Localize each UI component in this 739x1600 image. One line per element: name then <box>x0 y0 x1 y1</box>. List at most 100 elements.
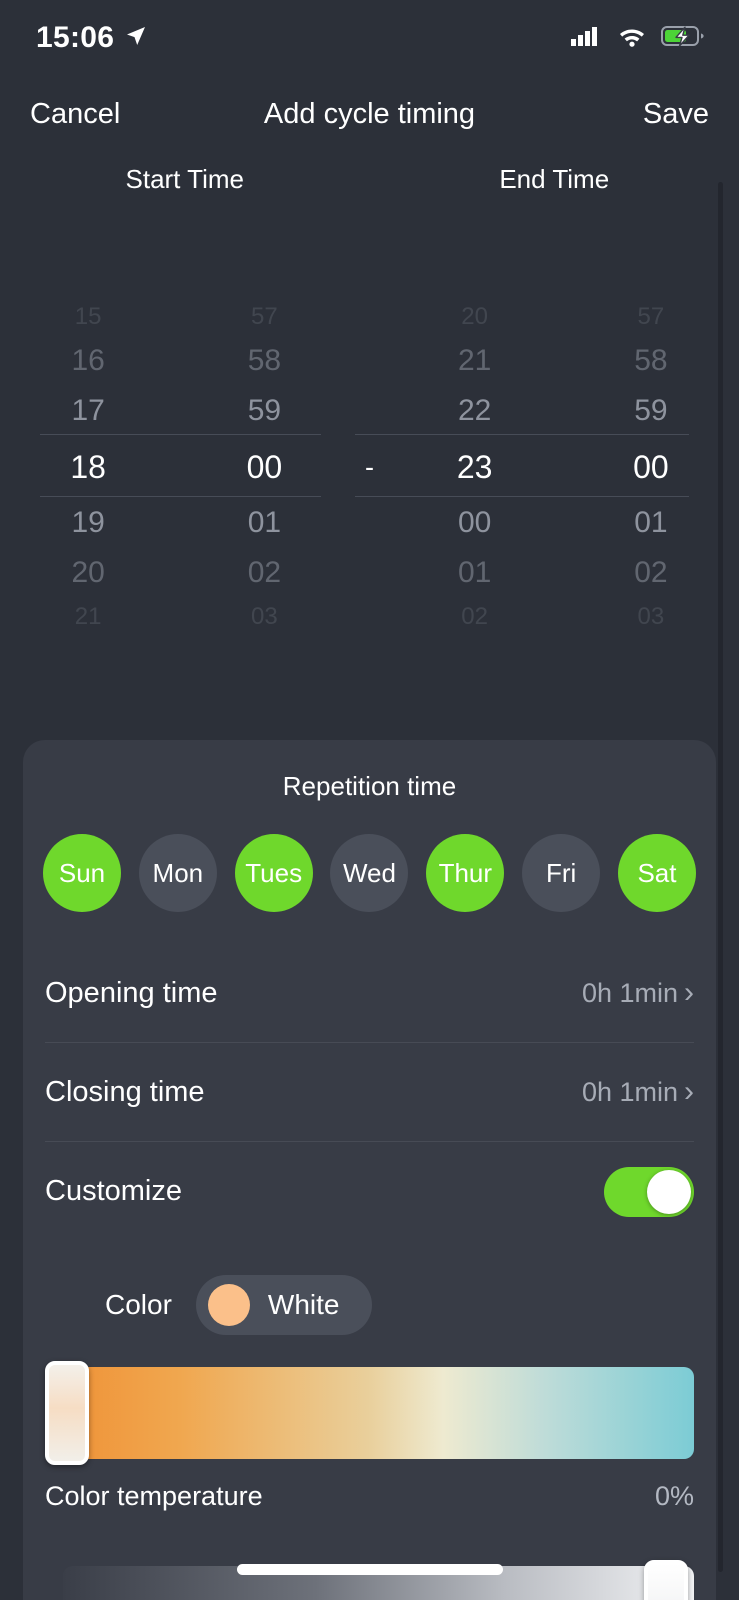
row-right: 0h 1min › <box>582 978 694 1009</box>
wheel-item[interactable]: 00 <box>387 498 563 548</box>
wheel-item[interactable]: 59 <box>563 386 739 436</box>
day-label: Wed <box>342 857 396 888</box>
day-pill-tues[interactable]: Tues <box>234 834 313 912</box>
customize-row[interactable]: Customize <box>45 1142 694 1241</box>
day-label: Mon <box>152 857 204 888</box>
wheel-item[interactable]: 57 <box>176 298 352 336</box>
wifi-icon <box>617 25 647 52</box>
time-range-separator: - <box>365 451 374 482</box>
day-label: Sat <box>637 857 677 888</box>
wheel-item[interactable]: 21 <box>387 336 563 386</box>
wheel-item[interactable]: 22 <box>387 386 563 436</box>
start-hour-selected[interactable]: 18 <box>0 436 176 498</box>
selection-divider <box>355 434 689 435</box>
day-pill-mon[interactable]: Mon <box>138 834 217 912</box>
wheel-item[interactable]: 19 <box>0 498 176 548</box>
chevron-right-icon: › <box>684 976 694 1009</box>
end-time-header: End Time <box>499 164 610 194</box>
start-minute-selected[interactable]: 00 <box>176 436 352 498</box>
battery-charging-icon <box>661 24 705 53</box>
repetition-time-label: Repetition time <box>282 771 457 801</box>
wheel-item[interactable]: 01 <box>387 548 563 598</box>
cancel-button[interactable]: Cancel <box>30 98 120 131</box>
wheel-item[interactable]: 03 <box>176 598 352 636</box>
color-temperature-slider-wrap <box>23 1335 716 1465</box>
picker-headers: Start Time End Time <box>0 152 739 195</box>
end-minute-selected[interactable]: 00 <box>563 436 739 498</box>
end-minute-wheel[interactable]: 57 58 59 00 01 02 03 <box>563 298 739 636</box>
wheel-item[interactable]: 15 <box>0 298 176 336</box>
day-pill-wed[interactable]: Wed <box>330 834 409 912</box>
vertical-scrollbar[interactable] <box>718 182 723 1572</box>
status-bar: 15:06 <box>0 0 739 76</box>
settings-card: Repetition time Sun Mon Tues Wed Thur Fr… <box>23 740 716 1600</box>
wheel-item[interactable]: 20 <box>0 548 176 598</box>
end-hour-wheel[interactable]: 20 21 22 23 00 01 02 <box>387 298 563 636</box>
customize-toggle[interactable] <box>604 1166 694 1217</box>
wheel-item[interactable]: 01 <box>176 498 352 548</box>
picker-wheels: 15 16 17 18 19 20 21 57 58 59 00 01 02 0… <box>0 257 739 677</box>
wheel-item[interactable]: 58 <box>563 336 739 386</box>
end-time-picker[interactable]: 20 21 22 23 00 01 02 57 58 59 00 01 02 0… <box>387 298 739 636</box>
day-label: Fri <box>545 857 577 888</box>
start-hour-wheel[interactable]: 15 16 17 18 19 20 21 <box>0 298 176 636</box>
save-button[interactable]: Save <box>643 98 709 131</box>
wheel-item[interactable]: 57 <box>563 298 739 336</box>
wheel-item[interactable]: 02 <box>387 598 563 636</box>
status-bar-left: 15:06 <box>36 21 148 55</box>
color-temperature-track[interactable] <box>67 1367 694 1459</box>
color-label: Color <box>105 1289 172 1320</box>
opening-time-row[interactable]: Opening time 0h 1min › <box>45 944 694 1043</box>
opening-time-value: 0h 1min <box>581 977 678 1008</box>
color-temperature-value: 0% <box>654 1481 694 1511</box>
color-swatch-icon <box>207 1284 250 1326</box>
color-chip[interactable]: White <box>195 1275 372 1335</box>
location-arrow-icon <box>124 24 148 53</box>
closing-time-value: 0h 1min <box>581 1076 678 1107</box>
wheel-item[interactable]: 21 <box>0 598 176 636</box>
row-label: Closing time <box>45 1075 205 1108</box>
wheel-item[interactable]: 03 <box>563 598 739 636</box>
customize-label: Customize <box>45 1175 182 1207</box>
day-label: Tues <box>245 857 303 888</box>
wheel-item[interactable]: 59 <box>176 386 352 436</box>
home-indicator <box>236 1564 503 1575</box>
day-pill-fri[interactable]: Fri <box>522 834 601 912</box>
row-label: Opening time <box>45 976 218 1009</box>
start-time-header: Start Time <box>125 164 244 194</box>
selection-divider <box>40 496 321 497</box>
wheel-item[interactable]: 17 <box>0 386 176 436</box>
selection-divider <box>355 496 689 497</box>
cellular-signal-icon <box>571 24 603 53</box>
brightness-handle[interactable] <box>644 1560 688 1600</box>
end-hour-selected[interactable]: 23 <box>387 436 563 498</box>
color-chip-label: White <box>267 1289 340 1320</box>
toggle-knob <box>647 1169 691 1214</box>
status-bar-right <box>571 24 705 53</box>
start-time-picker[interactable]: 15 16 17 18 19 20 21 57 58 59 00 01 02 0… <box>0 298 353 636</box>
wheel-item[interactable]: 01 <box>563 498 739 548</box>
navigation-bar: Cancel Add cycle timing Save <box>0 76 739 152</box>
closing-time-row[interactable]: Closing time 0h 1min › <box>45 1043 694 1142</box>
wheel-item[interactable]: 02 <box>563 548 739 598</box>
color-temperature-handle[interactable] <box>45 1361 89 1465</box>
settings-rows: Opening time 0h 1min › Closing time 0h 1… <box>23 944 716 1241</box>
day-label: Thur <box>438 857 493 888</box>
wheel-item[interactable]: 16 <box>0 336 176 386</box>
wheel-item[interactable]: 58 <box>176 336 352 386</box>
chevron-right-icon: › <box>684 1075 694 1108</box>
day-label: Sun <box>58 857 106 888</box>
color-row: Color White <box>23 1241 716 1335</box>
time-picker-section: Start Time End Time 15 16 17 18 19 20 21… <box>0 152 739 717</box>
repetition-days: Sun Mon Tues Wed Thur Fri Sat <box>23 802 716 912</box>
color-temperature-label: Color temperature <box>45 1481 263 1511</box>
wheel-item[interactable]: 20 <box>387 298 563 336</box>
selection-divider <box>40 434 321 435</box>
start-minute-wheel[interactable]: 57 58 59 00 01 02 03 <box>176 298 352 636</box>
row-right: 0h 1min › <box>582 1077 694 1108</box>
day-pill-sat[interactable]: Sat <box>617 834 696 912</box>
day-pill-thur[interactable]: Thur <box>426 834 505 912</box>
day-pill-sun[interactable]: Sun <box>43 834 121 912</box>
wheel-item[interactable]: 02 <box>176 548 352 598</box>
status-time: 15:06 <box>36 21 115 54</box>
